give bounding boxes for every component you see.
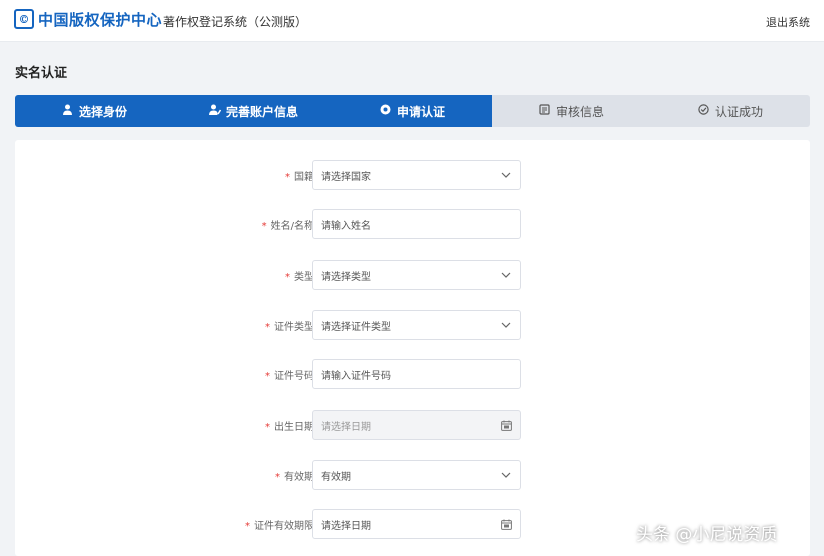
step-apply-verification[interactable]: 申请认证 (333, 95, 492, 127)
field-label: * 出生日期 (265, 422, 314, 433)
select-value: 请选择类型 (321, 271, 371, 283)
step-complete-account[interactable]: 完善账户信息 (174, 95, 333, 127)
user-edit-icon (208, 104, 222, 118)
type-select[interactable]: 请选择类型 (312, 260, 521, 290)
birth-date-picker: 请选择日期 (312, 410, 521, 440)
date-value: 请选择日期 (321, 520, 371, 532)
required-mark: * (265, 371, 270, 382)
form-row-validity: * 有效期 有效期 (15, 460, 810, 490)
chevron-down-icon (500, 169, 512, 181)
field-label: * 证件号码 (265, 371, 314, 382)
check-circle-icon (380, 104, 392, 118)
step-label: 选择身份 (78, 104, 127, 119)
logo-text: 中国版权保护中心 (38, 10, 163, 29)
verification-form: * 国籍 请选择国家 * 姓名/名称 请输入姓名 * 类型 请选择类型 * 证件类型 请… (15, 140, 810, 556)
chevron-down-icon (500, 469, 512, 481)
field-label: * 类型 (285, 272, 314, 283)
id-type-select[interactable]: 请选择证件类型 (312, 310, 521, 340)
top-header: © 中国版权保护中心 著作权登记系统（公测版） 退出系统 (0, 0, 824, 42)
step-label: 申请认证 (396, 104, 445, 119)
user-icon (62, 104, 74, 118)
system-title: 著作权登记系统（公测版） (163, 15, 308, 29)
copyright-logo-icon: © (14, 9, 34, 29)
form-row-id-type: * 证件类型 请选择证件类型 (15, 310, 810, 340)
chevron-down-icon (500, 319, 512, 331)
field-label: * 国籍 (285, 172, 314, 183)
logo[interactable]: © 中国版权保护中心 (14, 9, 162, 29)
required-mark: * (285, 172, 290, 183)
required-mark: * (261, 221, 267, 232)
field-label: * 有效期 (275, 472, 314, 483)
id-number-input[interactable]: 请输入证件号码 (312, 359, 521, 389)
form-row-id-number: * 证件号码 请输入证件号码 (15, 359, 810, 389)
watermark: 头条 @小尼说资质 (636, 525, 778, 545)
step-progress-bar: 选择身份 完善账户信息 申请认证 审核信息 认证成功 (15, 95, 810, 127)
form-row-type: * 类型 请选择类型 (15, 260, 810, 290)
required-mark: * (285, 272, 290, 283)
form-row-nationality: * 国籍 请选择国家 (15, 160, 810, 190)
page-title: 实名认证 (15, 66, 68, 81)
required-mark: * (265, 322, 270, 333)
field-label: * 证件有效期限 (245, 521, 314, 532)
logout-link[interactable]: 退出系统 (766, 14, 810, 30)
date-value: 请选择日期 (321, 421, 371, 433)
form-row-name: * 姓名/名称 请输入姓名 (15, 209, 810, 239)
select-value: 请选择证件类型 (321, 321, 391, 333)
expiry-date-picker[interactable]: 请选择日期 (312, 509, 521, 539)
field-label: * 证件类型 (265, 322, 314, 333)
step-label: 完善账户信息 (225, 104, 298, 119)
select-value: 有效期 (321, 471, 351, 483)
success-icon (698, 104, 710, 118)
step-review-info: 审核信息 (492, 95, 651, 127)
select-value: 请选择国家 (321, 171, 371, 183)
input-placeholder: 请输入姓名 (321, 220, 371, 232)
step-select-identity[interactable]: 选择身份 (15, 95, 174, 127)
nationality-select[interactable]: 请选择国家 (312, 160, 521, 190)
name-input[interactable]: 请输入姓名 (312, 209, 521, 239)
step-success: 认证成功 (651, 95, 810, 127)
calendar-icon (500, 518, 512, 530)
step-label: 审核信息 (555, 104, 604, 119)
form-row-birth-date: * 出生日期 请选择日期 (15, 410, 810, 440)
calendar-icon (500, 419, 512, 431)
validity-select[interactable]: 有效期 (312, 460, 521, 490)
required-mark: * (275, 472, 280, 483)
field-label: * 姓名/名称 (261, 221, 314, 232)
chevron-down-icon (500, 269, 512, 281)
input-placeholder: 请输入证件号码 (321, 370, 391, 382)
step-label: 认证成功 (714, 104, 763, 119)
required-mark: * (245, 521, 250, 532)
required-mark: * (265, 422, 270, 433)
audit-icon (539, 104, 551, 118)
